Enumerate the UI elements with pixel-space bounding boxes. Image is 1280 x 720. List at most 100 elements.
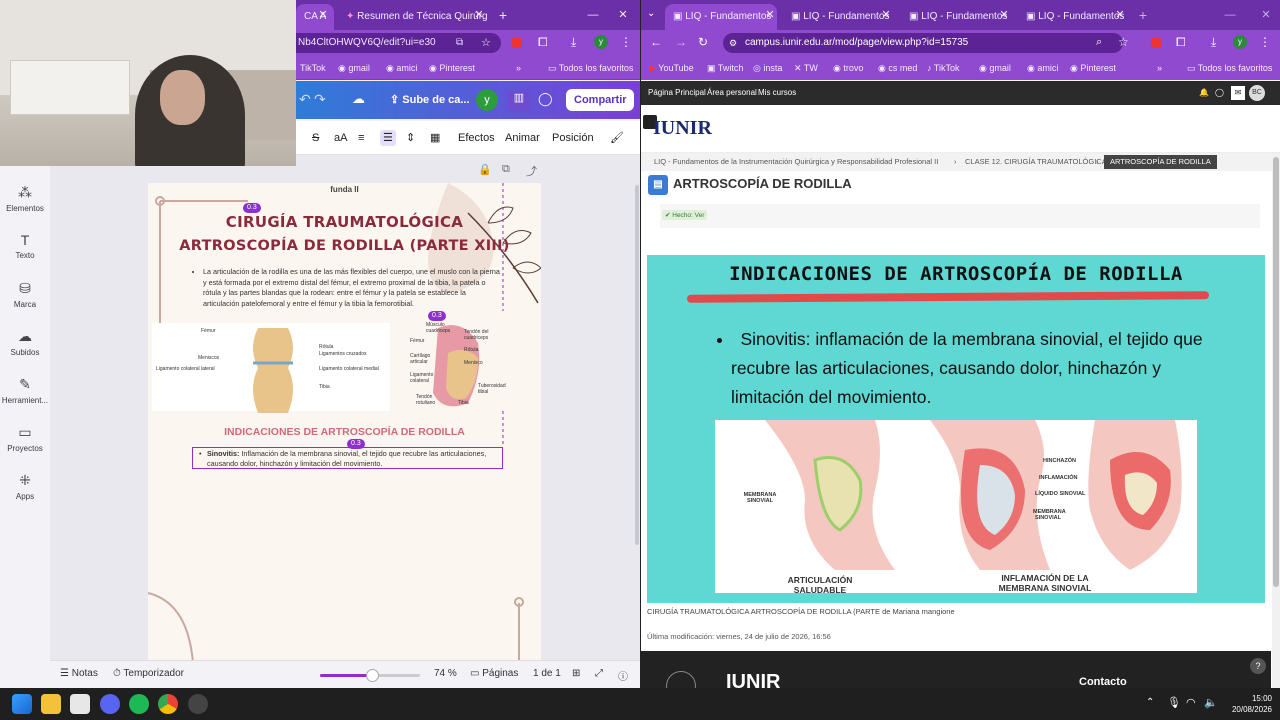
paint-format-icon[interactable]: 🖌 bbox=[610, 130, 624, 146]
store-icon[interactable] bbox=[70, 694, 90, 714]
forward-icon[interactable]: → bbox=[675, 35, 687, 49]
redo-icon[interactable]: ↷ bbox=[314, 91, 326, 108]
scrollbar-thumb[interactable] bbox=[1273, 157, 1279, 587]
sidebar-item-uploads[interactable]: ☁ Subidos bbox=[0, 328, 50, 357]
settings-icon[interactable] bbox=[188, 694, 208, 714]
back-icon[interactable]: ← bbox=[650, 35, 662, 49]
notification-icon[interactable]: 🔔 bbox=[1199, 81, 1209, 105]
bookmark-youtube[interactable]: ▶ YouTube bbox=[649, 60, 694, 76]
tab-liq-1[interactable]: ▣ LIQ - Fundamentos bbox=[665, 4, 777, 30]
bookmark-insta[interactable]: ◎ insta bbox=[753, 60, 782, 76]
share-button[interactable]: Compartir bbox=[566, 89, 634, 111]
download-icon[interactable]: ⤓ bbox=[1211, 35, 1216, 50]
new-tab-button[interactable]: + bbox=[1136, 4, 1150, 26]
puzzle-icon[interactable]: ⧠ bbox=[538, 35, 548, 50]
wifi-icon[interactable]: ◠ bbox=[1186, 696, 1196, 709]
user-avatar[interactable]: y bbox=[476, 89, 498, 111]
bookmark-twitch[interactable]: ▣ Twitch bbox=[707, 60, 743, 76]
bookmarks-more[interactable]: » bbox=[1157, 60, 1162, 76]
effects-button[interactable]: Efectos bbox=[458, 130, 495, 146]
list-icon[interactable]: ☰ bbox=[380, 130, 396, 146]
minimize-button[interactable]: — bbox=[586, 4, 600, 26]
close-icon[interactable]: ✕ bbox=[997, 4, 1011, 26]
bookmark-tw[interactable]: ✕ TW bbox=[794, 60, 818, 76]
animate-button[interactable]: Animar bbox=[505, 130, 540, 146]
fullscreen-icon[interactable]: ⤢ bbox=[595, 668, 603, 679]
cast-icon[interactable]: ⧉ bbox=[456, 37, 463, 48]
sidebar-item-text[interactable]: T Texto bbox=[0, 232, 50, 260]
pages-button[interactable]: ▭ Páginas bbox=[470, 668, 518, 679]
zoom-level[interactable]: 74 % bbox=[434, 668, 457, 679]
strikethrough-icon[interactable]: S bbox=[312, 130, 319, 146]
breadcrumb-course[interactable]: LIQ - Fundamentos de la Instrumentación … bbox=[654, 153, 938, 171]
canvas-scrollbar[interactable] bbox=[635, 185, 639, 545]
url-field[interactable]: Nb4CltOHWQV6Q/edit?ui=e30 bbox=[296, 33, 501, 53]
section-title[interactable]: INDICACIONES DE ARTROSCOPÍA DE RODILLA bbox=[148, 426, 541, 438]
close-icon[interactable]: ✕ bbox=[1113, 4, 1127, 26]
bookmark-amici[interactable]: ◉ amici bbox=[1027, 60, 1058, 76]
spacing-icon[interactable]: ⇕ bbox=[406, 130, 415, 146]
site-info-icon[interactable]: ⚙ bbox=[729, 33, 737, 53]
intro-paragraph[interactable]: La articulación de la rodilla es una de … bbox=[203, 267, 503, 309]
close-window-button[interactable]: ✕ bbox=[616, 4, 630, 26]
lock-icon[interactable]: 🔒 bbox=[478, 163, 492, 176]
help-button[interactable]: ? bbox=[1250, 658, 1266, 674]
sidebar-item-apps[interactable]: ⁜ Apps bbox=[0, 472, 50, 501]
tray-chevron-icon[interactable]: ⌃ bbox=[1146, 697, 1154, 708]
bookmark-pinterest[interactable]: ◉ Pinterest bbox=[1070, 60, 1116, 76]
transparency-icon[interactable]: ▦ bbox=[430, 130, 440, 146]
close-window-button[interactable]: ✕ bbox=[1259, 4, 1273, 26]
bookmark-pinterest[interactable]: ◉ Pinterest bbox=[429, 60, 475, 76]
timer-button[interactable]: ⏱ Temporizador bbox=[113, 668, 184, 679]
chrome-icon[interactable] bbox=[158, 694, 178, 714]
profile-avatar[interactable]: y bbox=[1233, 35, 1247, 49]
sidebar-item-tools[interactable]: ✎ Herramient... bbox=[0, 376, 50, 405]
bookmarks-more[interactable]: » bbox=[516, 60, 521, 76]
extension-icon[interactable] bbox=[512, 38, 522, 48]
design-page[interactable]: funda II 0.3 CIRUGÍA TRAUMATOLÓGICA ARTR… bbox=[148, 183, 541, 663]
align-icon[interactable]: ≡ bbox=[358, 130, 364, 146]
sidebar-item-elements[interactable]: ⁂ Elementos bbox=[0, 184, 50, 213]
mic-icon[interactable]: 🎙 bbox=[1167, 696, 1181, 709]
download-icon[interactable]: ⤓ bbox=[571, 35, 576, 50]
menu-icon[interactable]: ⋮ bbox=[1259, 35, 1271, 49]
star-icon[interactable]: ☆ bbox=[1118, 35, 1129, 49]
bookmark-amici[interactable]: ◉ amici bbox=[386, 60, 417, 76]
close-icon[interactable]: ✕ bbox=[763, 4, 777, 26]
duplicate-icon[interactable]: ⧉ bbox=[502, 163, 510, 176]
nav-home[interactable]: Página Principal bbox=[648, 81, 706, 105]
url-field[interactable]: ⚙ campus.iunir.edu.ar/mod/page/view.php?i… bbox=[723, 33, 1123, 53]
bookmark-gmail[interactable]: ◉ gmail bbox=[979, 60, 1011, 76]
menu-icon[interactable]: ⋮ bbox=[620, 35, 632, 49]
chart-icon[interactable]: ▥ bbox=[508, 91, 530, 111]
notes-button[interactable]: ☰ Notas bbox=[60, 668, 98, 679]
minimize-button[interactable]: — bbox=[1223, 4, 1237, 26]
breadcrumb-section[interactable]: CLASE 12. CIRUGÍA TRAUMATOLÓGICA bbox=[965, 153, 1107, 171]
text-case-button[interactable]: aA bbox=[334, 130, 347, 146]
page-scrollbar[interactable] bbox=[1272, 153, 1280, 688]
clock[interactable]: 15:00 20/08/2026 bbox=[1212, 693, 1272, 715]
add-page-icon[interactable]: ⤴ bbox=[526, 163, 537, 179]
page-title-line2[interactable]: ARTROSCOPÍA DE RODILLA (PARTE XIII) bbox=[148, 238, 541, 254]
message-icon[interactable]: ◯ bbox=[1215, 81, 1224, 105]
upload-button[interactable]: ⇪ Sube de ca... bbox=[382, 89, 478, 111]
tab-list-icon[interactable]: ⌄ bbox=[647, 8, 655, 19]
zoom-slider-handle[interactable] bbox=[366, 669, 379, 682]
zoom-slider[interactable] bbox=[320, 669, 420, 682]
spotify-icon[interactable] bbox=[129, 694, 149, 714]
bookmark-csmed[interactable]: ◉ cs med bbox=[878, 60, 917, 76]
help-icon[interactable]: ⓘ bbox=[618, 668, 628, 683]
file-explorer-icon[interactable] bbox=[41, 694, 61, 714]
close-icon[interactable]: ✕ bbox=[879, 4, 893, 26]
user-avatar[interactable]: BC bbox=[1249, 85, 1265, 101]
bookmark-gmail[interactable]: ◉ gmail bbox=[338, 60, 370, 76]
selected-text-box[interactable]: • Sinovitis: Inflamación de la membrana … bbox=[192, 447, 503, 469]
reload-icon[interactable]: ↻ bbox=[698, 35, 708, 49]
cloud-icon[interactable]: ☁ bbox=[352, 91, 365, 107]
tab-resumen[interactable]: ✦ Resumen de Técnica Quirúrgic bbox=[338, 4, 488, 30]
nav-my-courses[interactable]: Mis cursos bbox=[758, 81, 796, 105]
discord-icon[interactable] bbox=[100, 694, 120, 714]
caption-title[interactable]: CIRUGÍA TRAUMATOLÓGICA ARTROSCOPÍA DE RO… bbox=[647, 607, 880, 616]
bookmark-trovo[interactable]: ◉ trovo bbox=[833, 60, 863, 76]
grid-view-icon[interactable]: ⊞ bbox=[572, 668, 580, 679]
